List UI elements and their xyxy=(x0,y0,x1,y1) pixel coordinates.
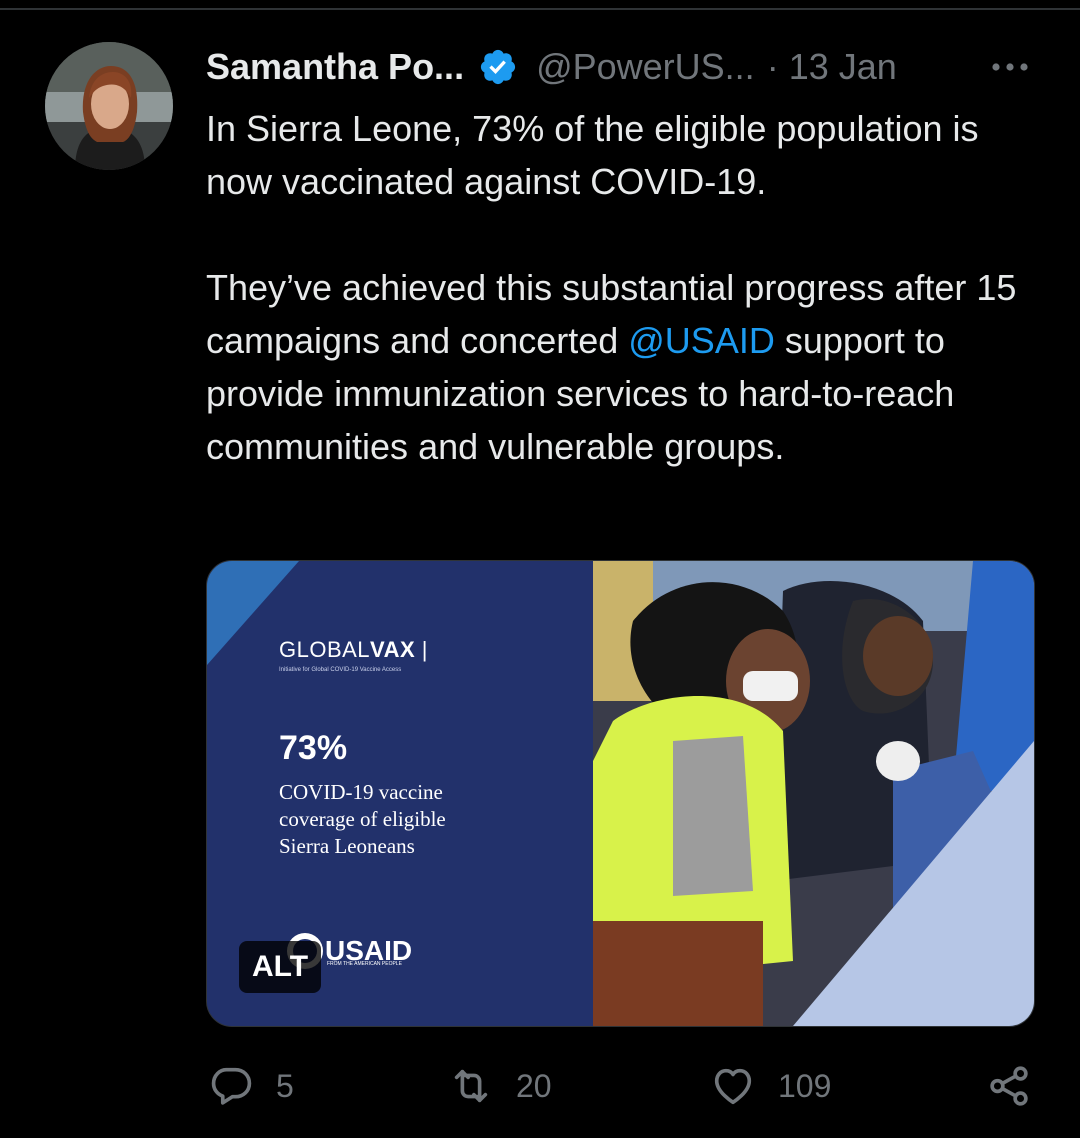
author-avatar[interactable] xyxy=(45,42,173,170)
retweet-icon xyxy=(454,1069,488,1103)
reply-count: 5 xyxy=(276,1067,294,1104)
tweet-text: In Sierra Leone, 73% of the eligible pop… xyxy=(206,102,1026,473)
mention-link[interactable]: @USAID xyxy=(628,320,775,361)
separator-dot: · xyxy=(766,46,779,87)
avatar-photo xyxy=(45,42,173,170)
stat-value: 73% xyxy=(279,729,348,767)
tweet-date[interactable]: 13 Jan xyxy=(789,46,897,88)
more-icon xyxy=(992,63,1028,71)
usaid-tagline: FROM THE AMERICAN PEOPLE xyxy=(327,961,402,967)
globalvax-subtitle: Initiative for Global COVID-19 Vaccine A… xyxy=(279,667,402,673)
reply-button[interactable]: 5 xyxy=(208,1058,294,1114)
tweet-paragraph-1: In Sierra Leone, 73% of the eligible pop… xyxy=(206,108,979,202)
stat-description: COVID-19 vaccine coverage of eligible Si… xyxy=(279,779,539,860)
like-count: 109 xyxy=(778,1067,832,1104)
stat-line-1: COVID-19 vaccine xyxy=(279,780,443,804)
retweet-count: 20 xyxy=(516,1067,552,1104)
author-name[interactable]: Samantha Po... xyxy=(206,46,464,88)
verified-badge-icon xyxy=(480,49,516,85)
tweet-paragraph-2: They’ve achieved this substantial progre… xyxy=(206,261,1026,473)
author-handle[interactable]: @PowerUS... xyxy=(536,46,755,88)
share-icon xyxy=(990,1066,1028,1106)
alt-text-button[interactable]: ALT xyxy=(239,941,321,993)
like-button[interactable]: 109 xyxy=(710,1058,831,1114)
top-divider xyxy=(0,8,1080,10)
photo-illustration xyxy=(593,561,1034,1026)
tweet-actions: 5 20 109 xyxy=(0,1058,1080,1118)
tweet-header: Samantha Po... @PowerUS... · 13 Jan xyxy=(206,44,897,90)
share-button[interactable] xyxy=(986,1058,1032,1114)
more-options-button[interactable] xyxy=(990,52,1030,82)
vaccination-photo xyxy=(593,561,1034,1026)
stat-line-2: coverage of eligible xyxy=(279,807,446,831)
globalvax-logo: GLOBALVAX | xyxy=(279,637,428,662)
stat-line-3: Sierra Leoneans xyxy=(279,834,415,858)
logo-bold-text: VAX xyxy=(370,637,416,662)
retweet-button[interactable]: 20 xyxy=(448,1058,552,1114)
reply-icon xyxy=(211,1067,252,1105)
tweet-media[interactable]: GLOBALVAX | Initiative for Global COVID-… xyxy=(206,560,1035,1027)
logo-light-text: GLOBAL xyxy=(279,637,371,662)
heart-icon xyxy=(714,1068,752,1105)
